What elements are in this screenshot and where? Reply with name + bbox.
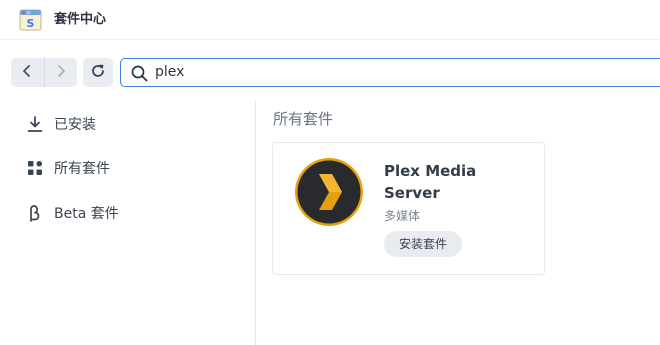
search-icon (131, 65, 148, 82)
sidebar-item-installed[interactable]: 已安装 (24, 112, 96, 136)
package-card[interactable]: Plex Media Server 多媒体 安装套件 (272, 142, 545, 275)
sidebar-item-label: 所有套件 (54, 161, 110, 177)
refresh-icon (90, 63, 106, 83)
plex-logo-icon (294, 157, 364, 227)
install-package-button[interactable]: 安装套件 (384, 231, 463, 257)
sidebar-item-label: Beta 套件 (54, 206, 119, 222)
back-button[interactable] (11, 58, 44, 87)
download-icon (24, 113, 46, 135)
sidebar: 已安装 所有套件 Beta 套件 (0, 100, 256, 345)
window-title: 套件中心 (54, 12, 107, 27)
search-box[interactable] (120, 58, 660, 87)
navigation-buttons (11, 58, 77, 87)
section-title: 所有套件 (273, 110, 334, 128)
chevron-right-icon (55, 63, 67, 82)
package-center-window: S 套件中心 plex 已安装 所有套件 Beta 套件 所有套件 Plex M… (0, 0, 660, 345)
package-center-icon: S (19, 8, 42, 32)
sidebar-item-all-packages[interactable]: 所有套件 (24, 156, 110, 180)
sidebar-item-label: 已安装 (54, 117, 96, 133)
package-name: Plex Media Server (384, 162, 477, 202)
beta-icon (24, 202, 46, 224)
title-bar: S 套件中心 (0, 0, 660, 40)
chevron-left-icon (21, 63, 33, 82)
forward-button[interactable] (44, 58, 77, 87)
grid-icon (24, 157, 46, 179)
svg-text:S: S (27, 17, 35, 30)
package-category: 多媒体 (384, 209, 421, 223)
search-input[interactable] (155, 62, 635, 82)
refresh-button[interactable] (83, 58, 113, 87)
sidebar-item-beta[interactable]: Beta 套件 (24, 201, 119, 225)
